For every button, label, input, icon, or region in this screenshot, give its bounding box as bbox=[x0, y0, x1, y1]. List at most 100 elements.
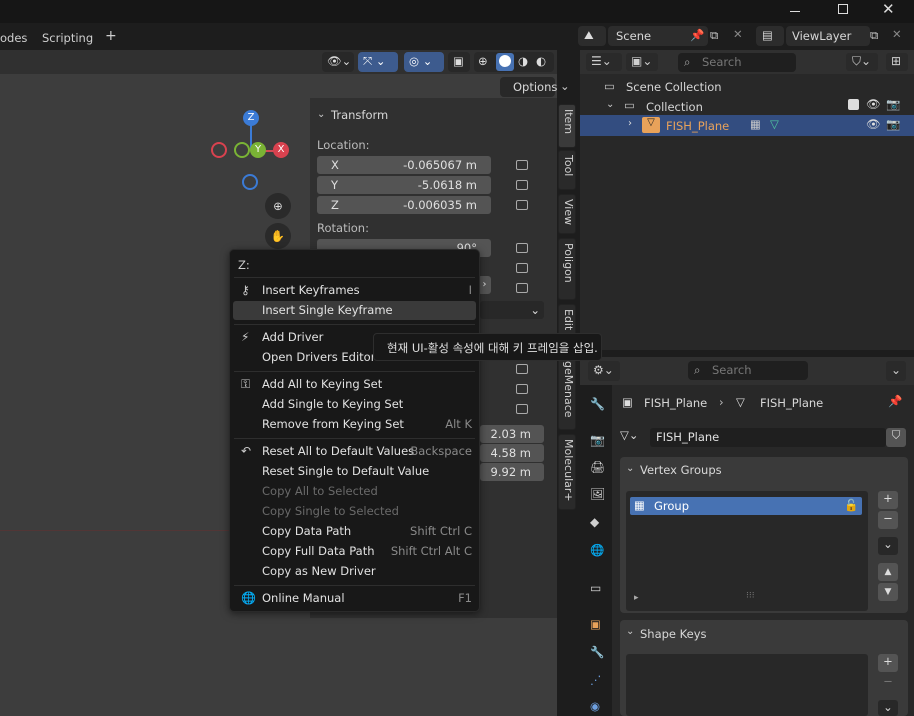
gizmo-z-axis[interactable]: Z bbox=[243, 110, 259, 126]
gizmo-y-axis[interactable]: Y bbox=[250, 142, 266, 158]
camera-icon[interactable]: 📷 bbox=[886, 97, 900, 111]
menu-item-copy-full-data-path[interactable]: Copy Full Data Path Shift Ctrl Alt C bbox=[233, 542, 476, 561]
scene-field[interactable]: Scene 📌 bbox=[608, 26, 708, 46]
dimension-z-field[interactable]: 9.92 m bbox=[480, 463, 544, 481]
editor-type-dropdown[interactable]: ⚙⌄ bbox=[588, 361, 620, 381]
collapse-chevron-icon[interactable]: ⌄ bbox=[626, 626, 634, 637]
pin-icon[interactable]: 📌 bbox=[690, 28, 704, 42]
rotation-mode-dropdown[interactable]: ⌄ bbox=[480, 301, 544, 319]
copy-scene-icon[interactable]: ⧉ bbox=[710, 28, 718, 43]
copy-view-layer-icon[interactable]: ⧉ bbox=[870, 28, 878, 43]
collapse-chevron-icon[interactable]: ⌄ bbox=[626, 463, 634, 474]
menu-item-reset-all-defaults[interactable]: ↶ Reset All to Default Values Backspace bbox=[233, 442, 476, 461]
material-shading-icon[interactable]: ◑ bbox=[518, 54, 528, 68]
object-icon[interactable]: ▣ bbox=[590, 617, 601, 631]
fake-user-icon[interactable]: ⛉ bbox=[886, 428, 906, 447]
outliner-search-input[interactable]: ⌕ Search bbox=[678, 53, 796, 72]
outliner-row-fish-plane[interactable]: › ▽ FISH_Plane ▦ ▽ 👁 📷 bbox=[580, 115, 914, 136]
physics-icon[interactable]: ◉ bbox=[590, 699, 600, 713]
lock-icon[interactable] bbox=[516, 404, 528, 414]
tab-nodes[interactable]: odes bbox=[0, 31, 27, 45]
add-shape-key-button[interactable]: + bbox=[878, 654, 898, 672]
location-y-field[interactable]: Y -5.0618 m bbox=[317, 176, 491, 194]
visibility-dropdown[interactable]: 👁⌄ bbox=[322, 52, 354, 72]
remove-shape-key-button[interactable]: − bbox=[878, 674, 898, 692]
menu-item-copy-data-path[interactable]: Copy Data Path Shift Ctrl C bbox=[233, 522, 476, 541]
menu-item-online-manual[interactable]: 🌐 Online Manual F1 bbox=[233, 589, 476, 608]
expand-chevron-icon[interactable]: ⌄ bbox=[606, 99, 614, 110]
menu-item-remove-keying-set[interactable]: Remove from Keying Set Alt K bbox=[233, 415, 476, 434]
menu-item-copy-as-new-driver[interactable]: Copy as New Driver bbox=[233, 562, 476, 581]
gizmo-neg-x[interactable] bbox=[211, 142, 227, 158]
lock-icon[interactable] bbox=[516, 160, 528, 170]
close-window-button[interactable]: ✕ bbox=[882, 0, 895, 18]
shape-key-specials-dropdown[interactable]: ⌄ bbox=[878, 700, 898, 716]
properties-search-input[interactable]: ⌕ Search bbox=[688, 361, 808, 380]
shading-modes[interactable]: ⊕ ◑ ◐ bbox=[474, 52, 554, 72]
gizmo-toggle[interactable]: ⤧ ⌄ bbox=[358, 52, 398, 72]
lock-icon[interactable] bbox=[516, 243, 528, 253]
move-up-button[interactable]: ▲ bbox=[878, 563, 898, 581]
menu-item-add-single-keying-set[interactable]: Add Single to Keying Set bbox=[233, 395, 476, 414]
location-x-field[interactable]: X -0.065067 m bbox=[317, 156, 491, 174]
navigation-gizmo[interactable]: Z X Y bbox=[206, 108, 296, 198]
filter-icon[interactable]: ⛉⌄ bbox=[846, 53, 878, 71]
pan-hand-icon[interactable]: ✋ bbox=[265, 223, 291, 249]
eye-icon[interactable]: 👁 bbox=[866, 117, 881, 131]
menu-item-add-all-keying-set[interactable]: ⚿ Add All to Keying Set bbox=[233, 375, 476, 394]
gizmo-neg-z[interactable] bbox=[242, 174, 258, 190]
scene-selector-icon[interactable]: ⛰ bbox=[578, 26, 606, 46]
tab-molecular[interactable]: Molecular+ bbox=[558, 434, 576, 510]
gizmo-neg-y[interactable] bbox=[234, 142, 250, 158]
tab-scripting[interactable]: Scripting bbox=[42, 31, 93, 45]
group-name[interactable]: Group bbox=[654, 499, 689, 513]
shape-key-list[interactable] bbox=[626, 654, 868, 716]
wireframe-shading-icon[interactable]: ⊕ bbox=[478, 54, 488, 68]
render-icon[interactable]: 📷 bbox=[590, 433, 605, 447]
rendered-shading-icon[interactable]: ◐ bbox=[536, 54, 546, 68]
tab-poligon[interactable]: Poligon bbox=[558, 238, 576, 300]
particles-icon[interactable]: ⋰ bbox=[590, 673, 602, 687]
vertex-group-row[interactable]: ▦ Group 🔓 bbox=[630, 497, 862, 515]
view-layer-icon[interactable]: ▤ bbox=[756, 26, 784, 46]
shape-keys-header[interactable]: Shape Keys bbox=[640, 627, 707, 641]
view-layer-field[interactable]: ViewLayer bbox=[786, 26, 870, 46]
collection-label[interactable]: Collection bbox=[646, 100, 703, 114]
lock-icon[interactable] bbox=[516, 263, 528, 273]
dimension-y-field[interactable]: 4.58 m bbox=[480, 444, 544, 462]
eye-icon[interactable]: 👁 bbox=[866, 97, 881, 111]
collapse-chevron-icon[interactable]: ⌄ bbox=[317, 109, 325, 120]
scene-icon[interactable]: ◆ bbox=[590, 515, 599, 529]
gizmo-x-axis[interactable]: X bbox=[273, 142, 289, 158]
object-name[interactable]: FISH_Plane bbox=[666, 119, 729, 133]
world-icon[interactable]: 🌐 bbox=[590, 543, 604, 557]
transform-header[interactable]: Transform bbox=[331, 108, 388, 122]
view-layer-icon[interactable]: 🖼 bbox=[590, 487, 605, 501]
dimension-x-field[interactable]: 2.03 m bbox=[480, 425, 544, 443]
solid-shading-icon[interactable] bbox=[496, 53, 514, 71]
move-down-button[interactable]: ▼ bbox=[878, 583, 898, 601]
output-icon[interactable]: 🖨 bbox=[590, 460, 605, 474]
lock-icon[interactable] bbox=[516, 283, 528, 293]
pin-icon[interactable]: 📌 bbox=[888, 394, 902, 408]
camera-icon[interactable]: 📷 bbox=[886, 117, 900, 131]
tab-item[interactable]: Item bbox=[558, 104, 576, 148]
expand-filter-icon[interactable]: ▸ bbox=[634, 593, 639, 603]
expand-chevron-icon[interactable]: › bbox=[628, 118, 632, 129]
new-collection-icon[interactable]: ⊞ bbox=[886, 53, 908, 71]
tab-view[interactable]: View bbox=[558, 194, 576, 234]
overlay-toggle[interactable]: ◎ ⌄ bbox=[404, 52, 444, 72]
specials-dropdown[interactable]: ⌄ bbox=[878, 537, 898, 555]
options-dropdown[interactable]: Options ⌄ bbox=[500, 77, 570, 97]
lock-icon[interactable] bbox=[516, 200, 528, 210]
menu-item-reset-single-default[interactable]: Reset Single to Default Value bbox=[233, 462, 476, 481]
lock-icon[interactable]: 🔓 bbox=[844, 498, 858, 512]
resize-handle[interactable]: ⁝⁝⁝ bbox=[746, 591, 755, 601]
tool-settings-icon[interactable]: 🔧 bbox=[590, 397, 605, 411]
collection-icon[interactable]: ▭ bbox=[590, 581, 601, 595]
location-z-field[interactable]: Z -0.006035 m bbox=[317, 196, 491, 214]
lock-icon[interactable] bbox=[516, 364, 528, 374]
filter-view-dropdown[interactable]: ▣⌄ bbox=[626, 53, 658, 71]
delete-scene-icon[interactable]: ✕ bbox=[733, 27, 743, 41]
scene-collection-label[interactable]: Scene Collection bbox=[626, 80, 722, 94]
